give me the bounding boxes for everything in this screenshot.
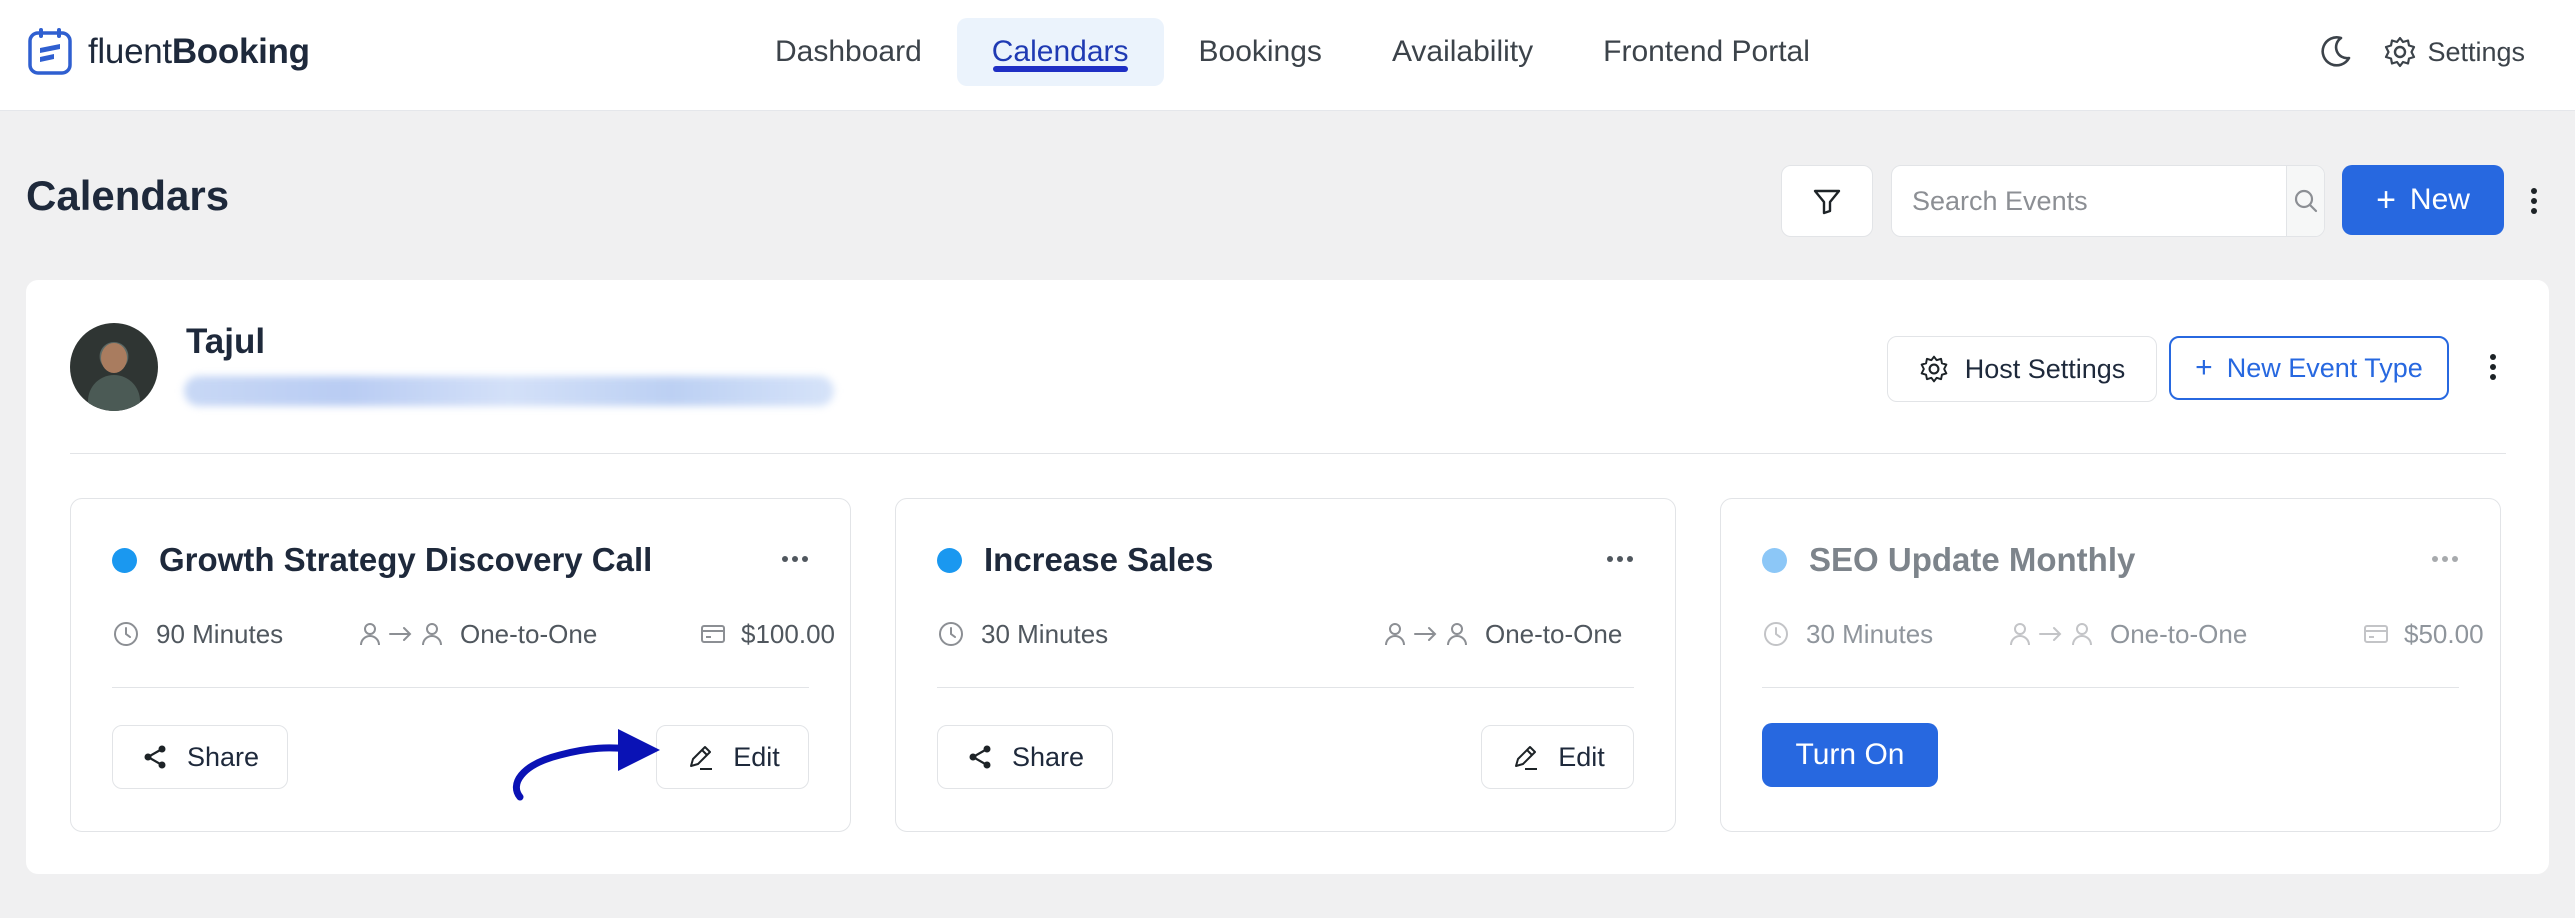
top-right-actions: Settings: [2317, 30, 2525, 74]
event-card-increase-sales: Increase Sales 30 Minutes One-to-One Sha…: [895, 498, 1676, 832]
credit-card-icon: [701, 625, 725, 643]
new-calendar-button[interactable]: + New: [2342, 165, 2504, 235]
nav-item-availability[interactable]: Availability: [1357, 18, 1568, 86]
share-button[interactable]: Share: [112, 725, 288, 789]
divider: [112, 687, 809, 688]
share-button[interactable]: Share: [937, 725, 1113, 789]
event-duration: 90 Minutes: [112, 617, 283, 651]
clock-icon: [939, 622, 963, 646]
event-title: Growth Strategy Discovery Call: [159, 541, 653, 578]
avatar: [70, 323, 158, 411]
more-horizontal-icon[interactable]: [2430, 553, 2460, 565]
divider: [937, 687, 1634, 688]
host-settings-label: Host Settings: [1964, 353, 2126, 384]
share-icon: [144, 745, 166, 769]
people-arrow-icon: [1385, 623, 1467, 646]
turn-on-button[interactable]: Turn On: [1762, 723, 1938, 787]
edit-button[interactable]: Edit: [656, 725, 809, 789]
edit-button[interactable]: Edit: [1481, 725, 1634, 789]
share-icon: [969, 745, 991, 769]
pencil-icon: [1515, 746, 1538, 770]
new-button-label: New: [2409, 183, 2470, 216]
people-arrow-icon: [360, 623, 442, 646]
event-duration: 30 Minutes: [937, 617, 1108, 651]
app-logo[interactable]: fluentBooking: [26, 26, 310, 78]
credit-card-icon: [2364, 625, 2388, 643]
nav-item-calendars[interactable]: Calendars: [956, 18, 1164, 86]
settings-link[interactable]: Settings: [2383, 35, 2525, 69]
event-type: One-to-One: [358, 617, 597, 651]
search-events-input[interactable]: [1892, 166, 2286, 236]
event-duration: 30 Minutes: [1762, 617, 1933, 651]
event-card-seo-update-monthly: SEO Update Monthly 30 Minutes One-to-One…: [1720, 498, 2501, 832]
event-title: Increase Sales: [984, 541, 1214, 578]
host-settings-button[interactable]: Host Settings: [1887, 336, 2157, 402]
gear-icon: [1920, 355, 1948, 383]
top-navigation-bar: fluentBooking Dashboard Calendars Bookin…: [0, 0, 2575, 111]
search-icon: [2294, 189, 2317, 213]
event-price: $100.00: [699, 617, 835, 651]
status-dot: [1762, 548, 1787, 573]
gear-icon: [2385, 36, 2416, 68]
plus-icon: +: [2195, 351, 2213, 384]
host-calendar-card: Tajul Host Settings + New Event Type Gro…: [26, 280, 2549, 874]
moon-icon[interactable]: [2317, 34, 2353, 70]
plus-icon: +: [2376, 181, 2396, 219]
more-horizontal-icon[interactable]: [1605, 553, 1635, 565]
event-price: $50.00: [2362, 617, 2484, 651]
app-name: fluentBooking: [88, 32, 310, 71]
divider: [70, 453, 2506, 454]
filter-button[interactable]: [1781, 165, 1873, 237]
search-events-box: [1891, 165, 2325, 237]
event-title: SEO Update Monthly: [1809, 541, 2136, 578]
host-name: Tajul: [186, 322, 266, 361]
divider: [1762, 687, 2459, 688]
clock-icon: [1764, 622, 1788, 646]
new-event-type-label: New Event Type: [2226, 352, 2423, 383]
event-type: One-to-One: [2008, 617, 2247, 651]
nav-item-frontend-portal[interactable]: Frontend Portal: [1568, 18, 1845, 86]
people-arrow-icon: [2010, 623, 2092, 646]
filter-icon: [1813, 189, 1841, 215]
blurred-host-email: [184, 376, 834, 406]
active-tab-underline: [992, 66, 1128, 72]
main-nav: Dashboard Calendars Bookings Availabilit…: [740, 18, 1845, 86]
search-button[interactable]: [2286, 166, 2324, 236]
settings-label: Settings: [2427, 36, 2525, 67]
status-dot: [937, 548, 962, 573]
nav-item-dashboard[interactable]: Dashboard: [740, 18, 957, 86]
pencil-icon: [690, 746, 713, 770]
fluentbooking-logo-icon: [28, 28, 72, 75]
new-event-type-button[interactable]: + New Event Type: [2169, 336, 2449, 400]
more-vertical-icon[interactable]: [2527, 186, 2541, 216]
clock-icon: [114, 622, 138, 646]
event-card-growth-strategy: Growth Strategy Discovery Call 90 Minute…: [70, 498, 851, 832]
page-title: Calendars: [26, 172, 230, 219]
event-type: One-to-One: [1383, 617, 1622, 651]
status-dot: [112, 548, 137, 573]
nav-item-bookings[interactable]: Bookings: [1164, 18, 1357, 86]
more-horizontal-icon[interactable]: [780, 553, 810, 565]
more-vertical-icon[interactable]: [2486, 352, 2500, 382]
